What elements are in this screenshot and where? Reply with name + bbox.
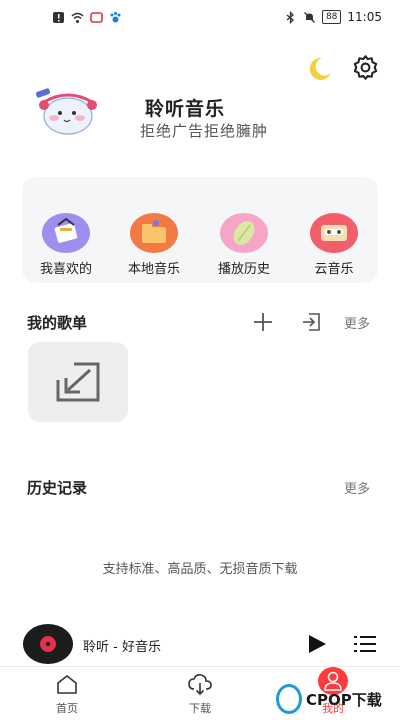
notification-icon xyxy=(53,12,64,23)
quick-label-local-music: 本地音乐 xyxy=(127,262,180,277)
now-playing-title[interactable]: 聆听 - 好音乐 xyxy=(83,636,161,655)
nav-download[interactable]: 下载 xyxy=(160,667,240,720)
quick-label-cloud-music: 云音乐 xyxy=(314,262,354,277)
status-bar: 88 11:05 xyxy=(0,0,400,38)
moon-icon[interactable] xyxy=(304,56,332,82)
gear-icon[interactable] xyxy=(352,54,379,81)
playlists-title: 我的歌单 xyxy=(27,314,88,332)
quick-actions-card: 我喜欢的 本地音乐 播放历史 云音乐 xyxy=(22,177,378,283)
quick-item-favorites[interactable]: 我喜欢的 xyxy=(22,177,102,283)
app-icon xyxy=(90,12,103,23)
status-time: 11:05 xyxy=(347,10,382,24)
history-empty-hint: 支持标准、高品质、无损音质下载 xyxy=(102,562,298,577)
quick-item-local-music[interactable]: 本地音乐 xyxy=(110,177,190,283)
play-icon[interactable] xyxy=(307,634,327,654)
home-icon xyxy=(57,675,77,694)
quick-label-favorites: 我喜欢的 xyxy=(39,262,92,277)
favorites-icon xyxy=(42,213,90,253)
album-disc[interactable] xyxy=(23,624,73,664)
app-title: 聆听音乐 xyxy=(145,98,226,120)
nav-home-label: 首页 xyxy=(56,702,78,715)
quick-label-history: 播放历史 xyxy=(217,262,270,277)
nav-download-label: 下载 xyxy=(189,702,211,715)
playlists-more-link[interactable]: 更多 xyxy=(344,313,370,332)
battery-level: 88 xyxy=(321,10,342,24)
disc-label xyxy=(40,636,56,652)
bluetooth-icon xyxy=(286,10,294,24)
mute-icon xyxy=(303,11,315,23)
watermark-logo xyxy=(276,684,302,714)
history-title: 历史记录 xyxy=(27,479,88,497)
watermark: CPOP下载 xyxy=(276,680,400,720)
watermark-text: CPOP下载 xyxy=(306,691,382,709)
mascot-logo xyxy=(35,88,97,135)
download-icon xyxy=(188,674,212,695)
disc-hole xyxy=(46,642,50,646)
history-more-link[interactable]: 更多 xyxy=(344,478,370,497)
quick-item-cloud-music[interactable]: 云音乐 xyxy=(290,177,370,283)
quick-item-history[interactable]: 播放历史 xyxy=(200,177,280,283)
wifi-icon xyxy=(71,12,84,23)
import-icon[interactable] xyxy=(300,311,322,333)
nav-home[interactable]: 首页 xyxy=(27,667,107,720)
history-icon xyxy=(220,213,268,253)
paw-icon xyxy=(110,12,121,23)
cloud-music-icon xyxy=(310,213,358,253)
local-music-icon xyxy=(130,213,178,253)
import-arrow-icon xyxy=(56,362,100,402)
status-right: 88 11:05 xyxy=(284,10,382,24)
list-icon[interactable] xyxy=(354,634,376,654)
plus-icon[interactable] xyxy=(252,311,274,333)
app-slogan: 拒绝广告拒绝臃肿 xyxy=(140,122,269,140)
status-left-icons xyxy=(52,11,122,24)
import-playlist-tile[interactable] xyxy=(28,342,128,422)
